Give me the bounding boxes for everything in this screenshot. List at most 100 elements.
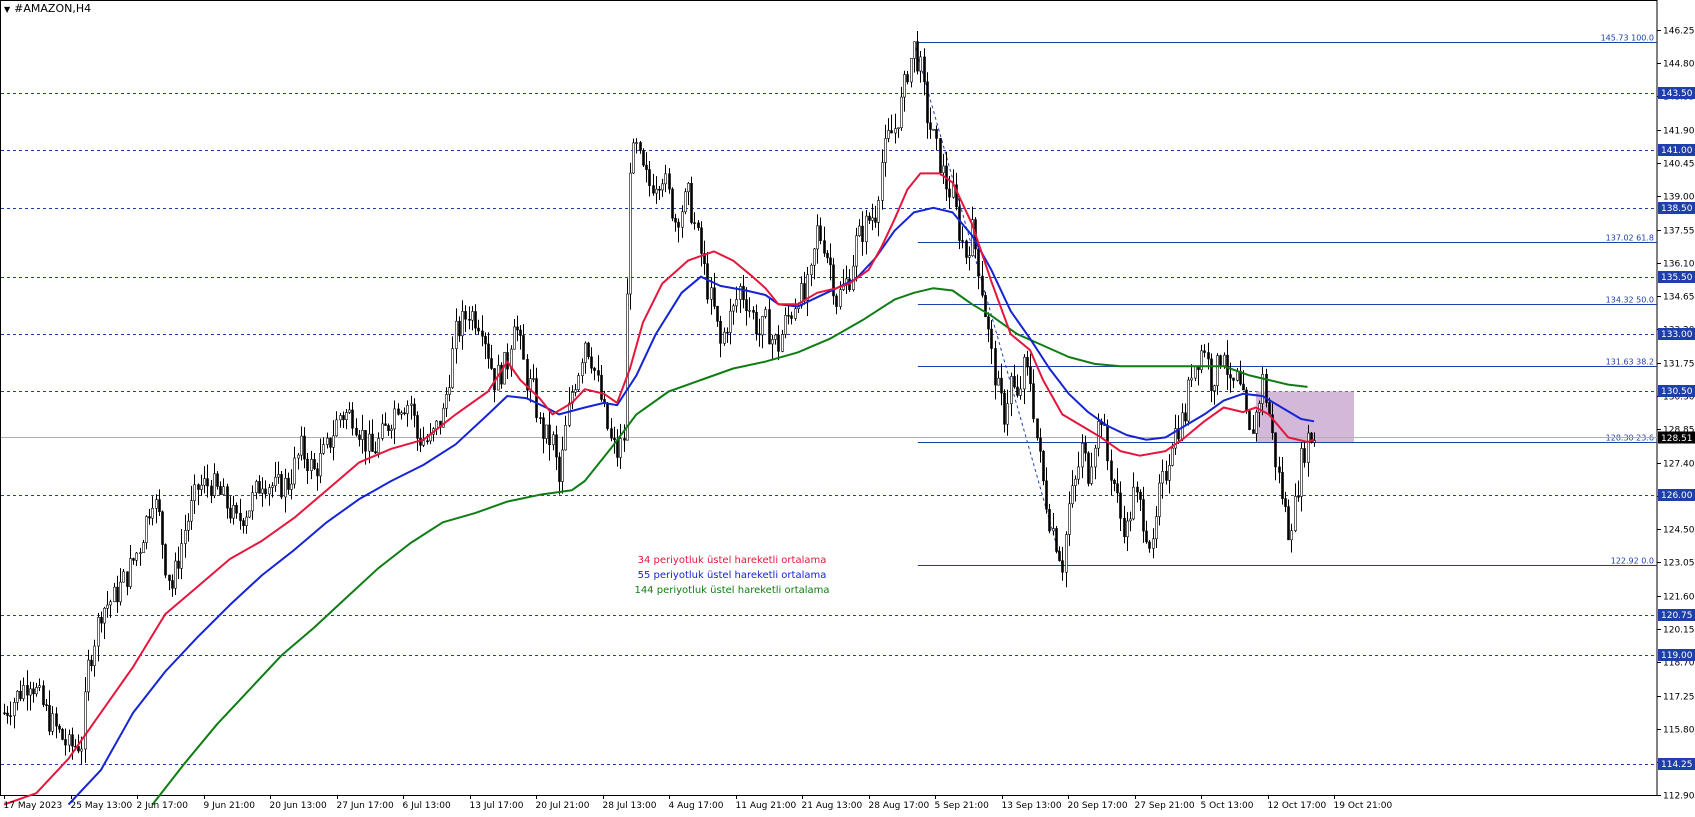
candle-body: [93, 645, 96, 666]
level-price-label: 119.00: [1661, 651, 1693, 661]
candle-body: [865, 215, 868, 243]
candle-body: [1290, 530, 1293, 541]
y-tick-label: 117.25: [1663, 693, 1695, 703]
price-chart[interactable]: 145.73 100.0 137.02 61.8 134.32 50.0 131.63…: [0, 0, 1695, 817]
candle-body: [890, 130, 893, 134]
candle-body: [1229, 374, 1232, 379]
candle-body: [1142, 499, 1145, 532]
candle-body: [677, 221, 680, 228]
candle-body: [1045, 480, 1048, 510]
y-tick-label: 120.15: [1663, 626, 1695, 636]
candle-body: [829, 257, 832, 266]
candle-body: [210, 485, 213, 496]
candle-body: [374, 451, 377, 454]
candle-body: [1207, 352, 1210, 360]
candle-body: [794, 308, 797, 319]
ema55-line[interactable]: [67, 206, 1315, 806]
candle-body: [187, 520, 190, 531]
candle-body: [1236, 370, 1239, 381]
y-tick-label: 112.90: [1663, 792, 1695, 802]
fibonacci-trend-line[interactable]: [913, 41, 1063, 566]
candle-body: [658, 188, 661, 191]
candle-body: [655, 188, 658, 194]
y-tick-label: 136.10: [1663, 260, 1695, 270]
candle-body: [777, 334, 780, 352]
candle-body: [68, 734, 71, 746]
candle-body: [464, 311, 467, 320]
x-tick-label: 20 Jun 13:00: [270, 801, 327, 811]
candle-body: [990, 328, 993, 349]
candle-body: [381, 423, 384, 439]
candle-body: [768, 309, 771, 345]
candle-body: [1274, 432, 1277, 468]
candle-body: [284, 477, 287, 498]
fibonacci-level-label: 137.02 61.8: [1606, 234, 1654, 243]
candle-body: [900, 96, 903, 129]
candle-body: [1187, 379, 1190, 422]
candle-body: [100, 617, 103, 624]
x-tick-label: 13 Jul 17:00: [470, 801, 524, 811]
candle-body: [723, 331, 726, 344]
candle-body: [1152, 538, 1155, 549]
candle-body: [1287, 506, 1290, 541]
candle-body: [1006, 403, 1009, 425]
candle-body: [1210, 358, 1213, 391]
candle-body: [1126, 520, 1129, 538]
candle-body: [687, 183, 690, 193]
candle-body: [474, 311, 477, 329]
candle-body: [84, 691, 87, 750]
candle-body: [716, 305, 719, 322]
candle-body: [1297, 496, 1300, 498]
candle-body: [461, 311, 464, 337]
ema144-line[interactable]: [151, 287, 1308, 806]
x-tick-label: 17 May 2023: [4, 801, 63, 811]
candle-body: [393, 408, 396, 430]
y-tick-label: 137.55: [1663, 227, 1695, 237]
candle-body: [274, 476, 277, 487]
candle-body: [539, 417, 542, 419]
candle-body: [645, 164, 648, 170]
candle-body: [297, 454, 300, 459]
x-tick-label: 21 Aug 13:00: [802, 801, 863, 811]
candle-body: [87, 659, 90, 693]
x-tick-label: 27 Jun 17:00: [337, 801, 394, 811]
candle-body: [664, 173, 667, 185]
candle-body: [90, 659, 93, 666]
candle-body: [894, 128, 897, 134]
candle-body: [555, 434, 558, 458]
candle-body: [445, 394, 448, 409]
candle-body: [761, 316, 764, 336]
candle-body: [310, 459, 313, 471]
x-tick-label: 5 Oct 13:00: [1201, 801, 1254, 811]
candle-body: [58, 725, 61, 730]
candle-body: [881, 162, 884, 201]
candle-body: [293, 457, 296, 485]
candle-body: [787, 314, 790, 317]
x-tick-label: 4 Aug 17:00: [669, 801, 724, 811]
candle-body: [1168, 465, 1171, 481]
candle-body: [1294, 496, 1297, 531]
candle-body: [764, 309, 767, 317]
candle-body: [458, 320, 461, 337]
candle-body: [255, 481, 258, 493]
candle-body: [929, 122, 932, 130]
candle-body: [813, 248, 816, 266]
candle-body: [710, 287, 713, 300]
candle-body: [45, 704, 48, 706]
candle-body: [1055, 528, 1058, 552]
candle-body: [287, 477, 290, 490]
candle-body: [897, 127, 900, 130]
candle-body: [113, 586, 116, 603]
candle-body: [871, 217, 874, 221]
candle-body: [448, 387, 451, 395]
candle-body: [1000, 377, 1003, 394]
candle-body: [913, 41, 916, 59]
candle-body: [364, 430, 367, 452]
candle-body: [587, 342, 590, 358]
candle-body: [109, 601, 112, 606]
candle-body: [206, 478, 209, 487]
candle-body: [413, 403, 416, 416]
fibonacci-level-label: 134.32 50.0: [1606, 296, 1654, 305]
candle-body: [197, 484, 200, 490]
candle-body: [13, 702, 16, 717]
